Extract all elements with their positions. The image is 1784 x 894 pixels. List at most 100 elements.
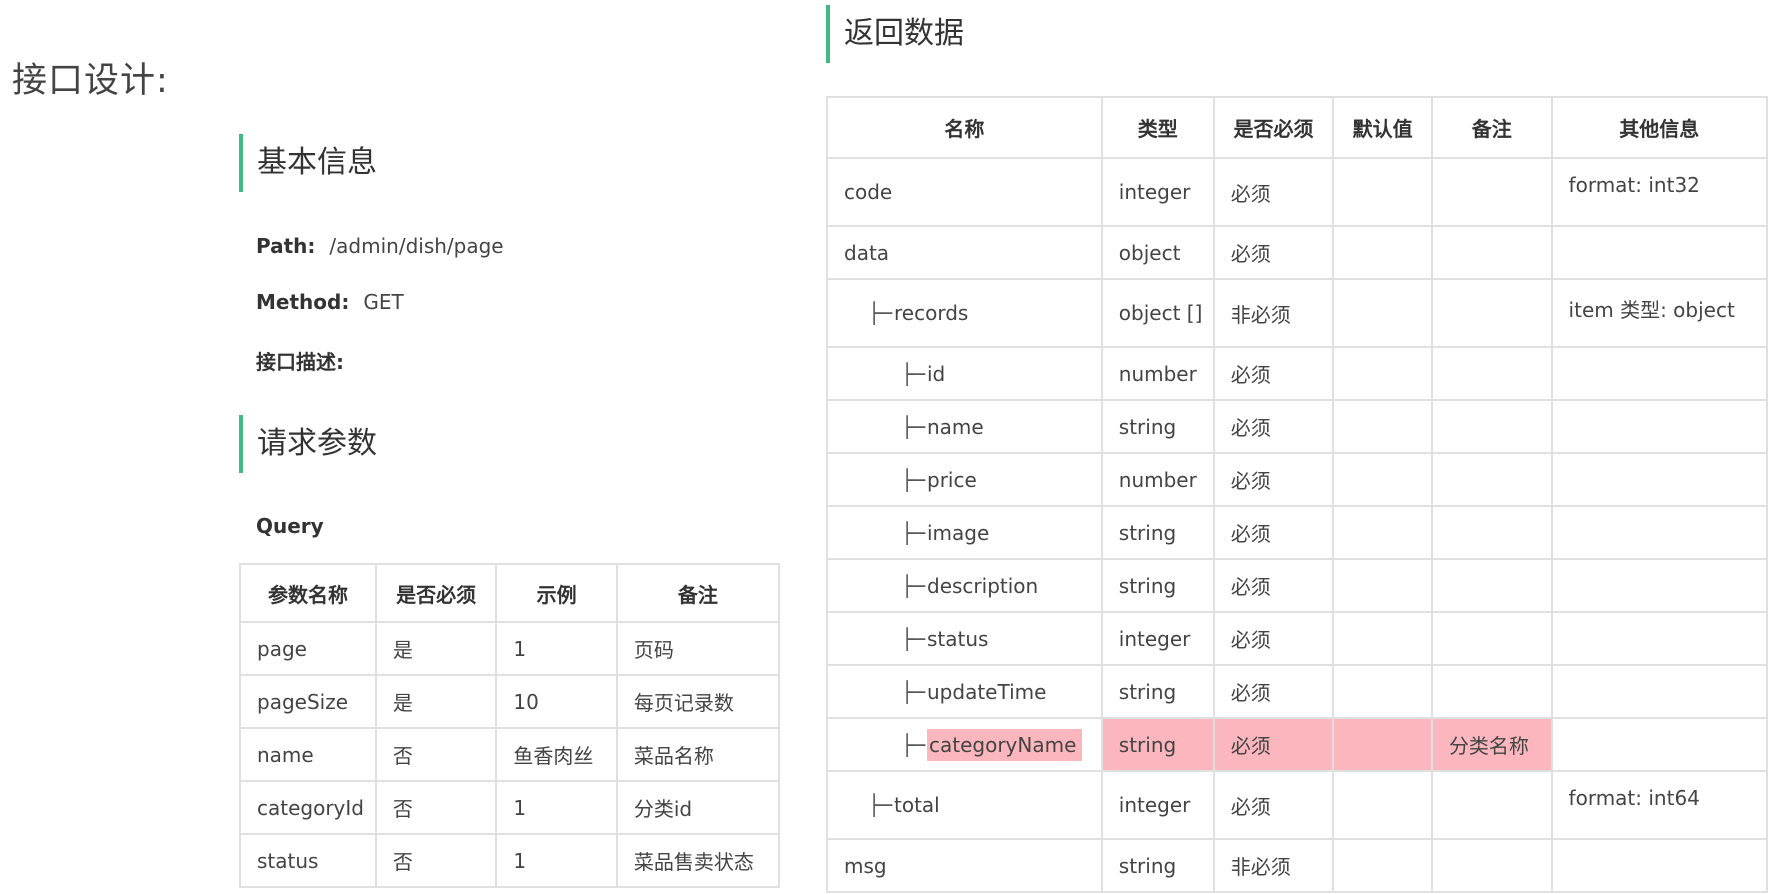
field-name-cell: ├─status: [826, 611, 1103, 666]
field-note-cell: [1430, 838, 1553, 893]
field-type-cell: integer: [1100, 770, 1215, 840]
field-name: name: [927, 414, 984, 439]
field-type-cell: string: [1100, 664, 1215, 719]
highlighted-table-row: ├─ categoryName string 必须 分类名称: [826, 717, 1769, 772]
param-example-cell: 10: [495, 674, 618, 729]
field-default-cell: [1332, 664, 1433, 719]
param-note-cell: 分类id: [615, 780, 781, 835]
field-type-cell: string: [1100, 558, 1215, 613]
field-required-cell: 必须: [1212, 346, 1335, 401]
param-required-cell: 是: [374, 674, 498, 729]
tree-branch-icon: ├─: [901, 626, 926, 651]
response-fields-table: 名称 类型 是否必须 默认值 备注 其他信息 code integer 必须 f…: [826, 96, 1769, 893]
field-other-cell: [1550, 611, 1769, 666]
column-header: 是否必须: [1212, 96, 1335, 159]
field-name: categoryName: [927, 728, 1083, 761]
path-label: Path:: [256, 234, 316, 258]
table-row: ├─image string 必须: [826, 505, 1769, 560]
field-type-cell: object []: [1100, 278, 1215, 348]
table-row: ├─status integer 必须: [826, 611, 1769, 666]
field-note-cell: [1430, 278, 1553, 348]
field-required-cell: 非必须: [1212, 278, 1335, 348]
field-note-cell: [1430, 558, 1553, 613]
field-required-cell: 必须: [1212, 157, 1335, 227]
tree-branch-icon: ├─: [868, 301, 893, 325]
field-type-cell: integer: [1100, 157, 1215, 227]
field-required-cell: 必须: [1212, 770, 1335, 840]
field-name-cell: ├─name: [826, 399, 1103, 454]
column-header: 名称: [826, 96, 1103, 159]
field-default-cell: [1332, 717, 1433, 772]
method-value: GET: [363, 290, 404, 314]
field-name-cell: ├─price: [826, 452, 1103, 507]
table-row: ├─name string 必须: [826, 399, 1769, 454]
field-other-cell: [1550, 399, 1769, 454]
column-header: 备注: [1430, 96, 1553, 159]
field-name: id: [927, 361, 946, 386]
field-name: msg: [844, 853, 887, 878]
field-type-cell: object: [1100, 225, 1215, 280]
method-line: Method: GET: [256, 290, 404, 314]
field-other-cell: [1550, 452, 1769, 507]
param-example-cell: 1: [495, 780, 618, 835]
field-required-cell: 必须: [1212, 558, 1335, 613]
field-default-cell: [1332, 452, 1433, 507]
field-type-cell: string: [1100, 838, 1215, 893]
field-name-cell: ├─id: [826, 346, 1103, 401]
query-params-table: 参数名称 是否必须 示例 备注 page 是 1 页码 pageSize 是 1…: [239, 563, 781, 888]
field-name: price: [927, 467, 977, 492]
table-row: ├─updateTime string 必须: [826, 664, 1769, 719]
field-note-cell: [1430, 157, 1553, 227]
field-name-cell: ├─ categoryName: [826, 717, 1103, 772]
tree-branch-icon: ├─: [901, 361, 926, 386]
table-row: ├─price number 必须: [826, 452, 1769, 507]
field-name-cell: data: [826, 225, 1103, 280]
table-row: name 否 鱼香肉丝 菜品名称: [239, 727, 781, 782]
field-required-cell: 必须: [1212, 452, 1335, 507]
field-note-cell: 分类名称: [1430, 717, 1553, 772]
field-required-cell: 必须: [1212, 664, 1335, 719]
page-title: 接口设计:: [12, 61, 169, 101]
param-note-cell: 页码: [615, 621, 781, 676]
table-header-row: 参数名称 是否必须 示例 备注: [239, 563, 781, 623]
response-data-heading: 返回数据: [826, 5, 964, 63]
field-note-cell: [1430, 452, 1553, 507]
field-required-cell: 必须: [1212, 505, 1335, 560]
field-name: status: [927, 626, 989, 651]
table-row: ├─total integer 必须 format: int64: [826, 770, 1769, 840]
param-name-cell: page: [239, 621, 377, 676]
method-label: Method:: [256, 290, 350, 314]
field-default-cell: [1332, 611, 1433, 666]
field-other-cell: [1550, 717, 1769, 772]
field-default-cell: [1332, 505, 1433, 560]
table-row: status 否 1 菜品售卖状态: [239, 833, 781, 888]
field-required-cell: 必须: [1212, 611, 1335, 666]
table-row: msg string 非必须: [826, 838, 1769, 893]
field-note-cell: [1430, 346, 1553, 401]
param-name-cell: name: [239, 727, 377, 782]
field-note-cell: [1430, 505, 1553, 560]
field-default-cell: [1332, 346, 1433, 401]
column-header: 类型: [1100, 96, 1215, 159]
field-type-cell: number: [1100, 346, 1215, 401]
column-header: 默认值: [1332, 96, 1433, 159]
tree-branch-icon: ├─: [901, 467, 926, 492]
field-other-cell: [1550, 505, 1769, 560]
field-other-cell: format: int32: [1550, 157, 1769, 227]
table-row: pageSize 是 10 每页记录数: [239, 674, 781, 729]
field-name-cell: ├─records: [826, 278, 1103, 348]
field-required-cell: 非必须: [1212, 838, 1335, 893]
field-name: description: [927, 573, 1039, 598]
param-note-cell: 菜品售卖状态: [615, 833, 781, 888]
field-type-cell: number: [1100, 452, 1215, 507]
param-required-cell: 否: [374, 833, 498, 888]
field-note-cell: [1430, 770, 1553, 840]
table-row: ├─description string 必须: [826, 558, 1769, 613]
field-name: code: [844, 180, 893, 204]
field-type-cell: string: [1100, 505, 1215, 560]
field-name: data: [844, 240, 890, 265]
field-name-cell: msg: [826, 838, 1103, 893]
param-note-cell: 每页记录数: [615, 674, 781, 729]
param-required-cell: 是: [374, 621, 498, 676]
field-default-cell: [1332, 399, 1433, 454]
